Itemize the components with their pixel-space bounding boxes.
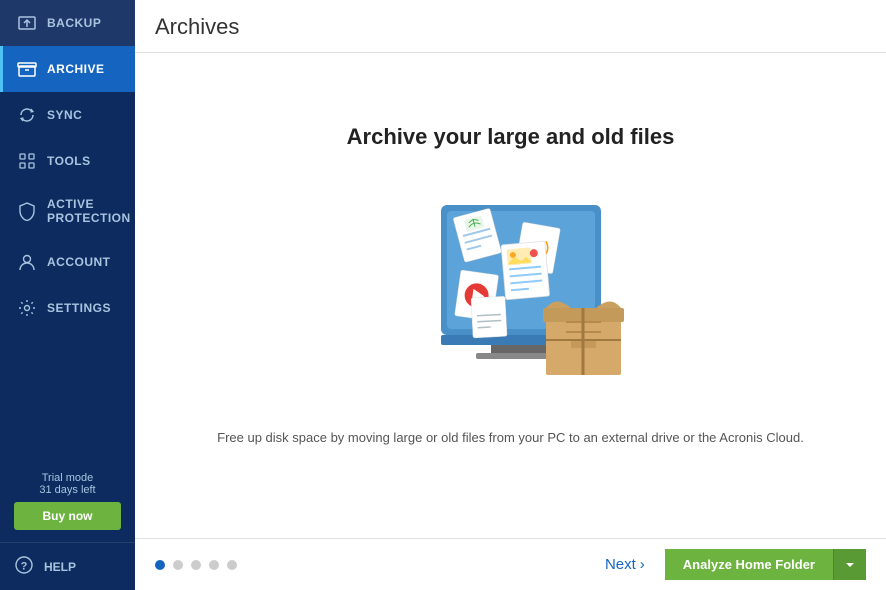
analyze-section: Analyze Home Folder: [665, 549, 866, 580]
account-icon: [17, 252, 37, 272]
main-content: Archives Archive your large and old file…: [135, 0, 886, 590]
sidebar-item-account-label: ACCOUNT: [47, 255, 111, 269]
page-title: Archives: [155, 14, 239, 39]
dot-4[interactable]: [209, 560, 219, 570]
sidebar-item-sync[interactable]: SYNC: [0, 92, 135, 138]
sidebar-item-account[interactable]: ACCOUNT: [0, 239, 135, 285]
settings-icon: [17, 298, 37, 318]
trial-mode-label: Trial mode: [14, 472, 121, 484]
sidebar-item-backup[interactable]: BACKUP: [0, 0, 135, 46]
sync-icon: [17, 105, 37, 125]
help-icon: ?: [14, 555, 34, 578]
trial-days-label: 31 days left: [14, 484, 121, 496]
page-header: Archives: [135, 0, 886, 53]
tools-icon: [17, 151, 37, 171]
hero-title: Archive your large and old files: [347, 124, 675, 150]
sidebar-item-settings[interactable]: SETTINGS: [0, 285, 135, 331]
description-text: Free up disk space by moving large or ol…: [217, 428, 804, 448]
archive-illustration: [371, 180, 651, 400]
pagination-dots: [155, 560, 237, 570]
next-chevron-icon: ›: [640, 556, 645, 573]
sidebar-item-active-protection[interactable]: ACTIVEPROTECTION: [0, 184, 135, 239]
sidebar-item-active-protection-label: ACTIVEPROTECTION: [47, 197, 131, 226]
sidebar-item-settings-label: SETTINGS: [47, 301, 111, 315]
sidebar-item-tools-label: TOOLS: [47, 154, 91, 168]
dot-5[interactable]: [227, 560, 237, 570]
shield-icon: [17, 201, 37, 221]
svg-text:?: ?: [21, 561, 28, 573]
sidebar-item-tools[interactable]: TOOLS: [0, 138, 135, 184]
buy-now-button[interactable]: Buy now: [14, 502, 121, 530]
trial-section: Trial mode 31 days left Buy now: [0, 460, 135, 542]
sidebar-item-help[interactable]: ? HELP: [0, 542, 135, 590]
analyze-dropdown-button[interactable]: [833, 549, 866, 580]
help-label: HELP: [44, 560, 76, 574]
sidebar-item-archive[interactable]: ARCHIVE: [0, 46, 135, 92]
backup-icon: [17, 13, 37, 33]
sidebar: BACKUP ARCHIVE SYNC: [0, 0, 135, 590]
next-button[interactable]: Next ›: [605, 556, 645, 573]
sidebar-item-backup-label: BACKUP: [47, 16, 101, 30]
dot-2[interactable]: [173, 560, 183, 570]
dot-3[interactable]: [191, 560, 201, 570]
archive-icon: [17, 59, 37, 79]
sidebar-item-sync-label: SYNC: [47, 108, 82, 122]
content-area: Archive your large and old files: [135, 53, 886, 538]
sidebar-item-archive-label: ARCHIVE: [47, 62, 105, 76]
bottom-bar: Next › Analyze Home Folder: [135, 538, 886, 590]
dot-1[interactable]: [155, 560, 165, 570]
next-label: Next: [605, 556, 636, 573]
analyze-home-folder-button[interactable]: Analyze Home Folder: [665, 549, 833, 580]
